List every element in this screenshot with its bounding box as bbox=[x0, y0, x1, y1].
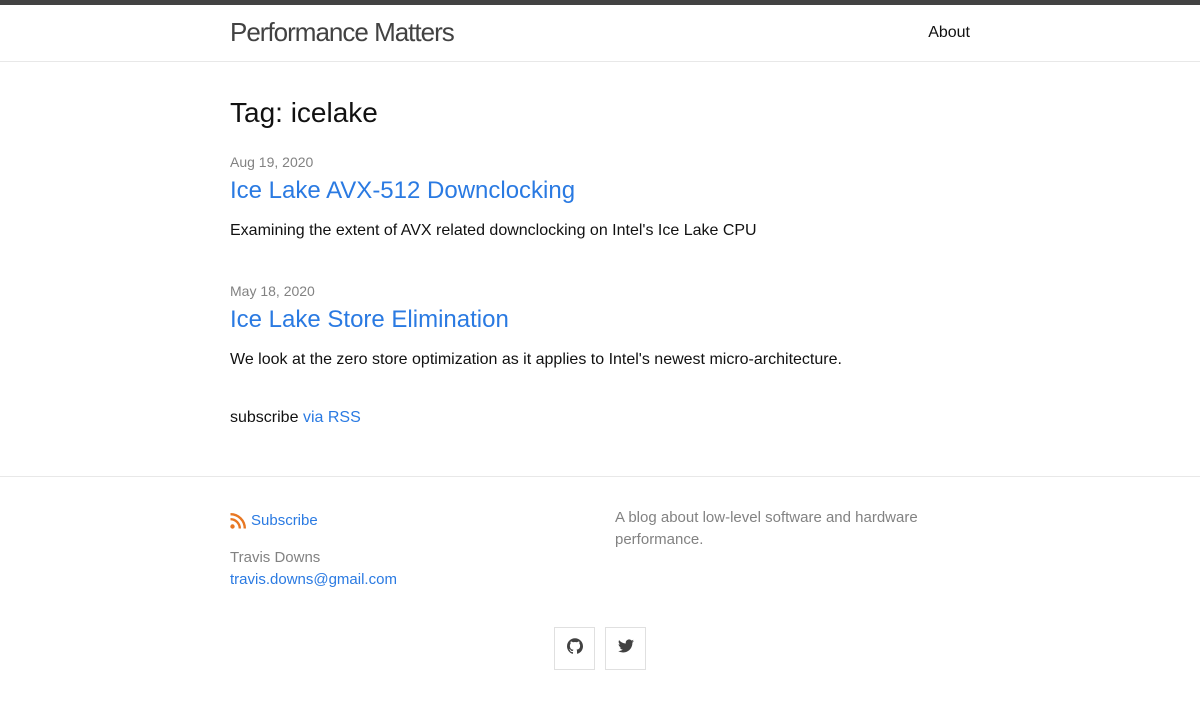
post-title-link[interactable]: Ice Lake Store Elimination bbox=[230, 305, 842, 335]
rss-link[interactable]: via RSS bbox=[303, 409, 361, 426]
subscribe-prefix-text: subscribe bbox=[230, 409, 299, 426]
author-email-link[interactable]: travis.downs@gmail.com bbox=[230, 569, 590, 591]
post-title-link[interactable]: Ice Lake AVX-512 Downclocking bbox=[230, 176, 757, 206]
footer-subscribe-link[interactable]: Subscribe bbox=[251, 511, 318, 531]
twitter-icon bbox=[617, 638, 634, 659]
site-title-link[interactable]: Performance Matters bbox=[230, 16, 455, 48]
post-excerpt: We look at the zero store optimization a… bbox=[230, 351, 842, 368]
twitter-button[interactable] bbox=[605, 627, 646, 670]
github-icon bbox=[566, 638, 583, 659]
page-title: Tag: icelake bbox=[230, 97, 378, 128]
post-list-item: Aug 19, 2020 Ice Lake AVX-512 Downclocki… bbox=[230, 153, 757, 242]
post-date: May 18, 2020 bbox=[230, 283, 315, 299]
subscribe-rss-line: subscribe via RSS bbox=[230, 407, 361, 429]
github-button[interactable] bbox=[554, 627, 595, 670]
site-description: A blog about low-level software and hard… bbox=[615, 509, 918, 548]
site-footer: Subscribe Travis Downs travis.downs@gmai… bbox=[0, 476, 1200, 705]
footer-contact-column: Subscribe Travis Downs travis.downs@gmai… bbox=[230, 511, 590, 591]
author-name: Travis Downs bbox=[230, 549, 321, 566]
post-list-item: May 18, 2020 Ice Lake Store Elimination … bbox=[230, 282, 842, 371]
post-date: Aug 19, 2020 bbox=[230, 154, 314, 170]
main-content: Tag: icelake Aug 19, 2020 Ice Lake AVX-5… bbox=[0, 62, 1200, 476]
nav-about-link[interactable]: About bbox=[928, 23, 970, 43]
footer-subscribe-row: Subscribe bbox=[230, 511, 590, 531]
rss-icon[interactable] bbox=[230, 513, 246, 529]
site-header: Performance Matters About bbox=[0, 5, 1200, 62]
post-excerpt: Examining the extent of AVX related down… bbox=[230, 222, 757, 239]
social-links bbox=[0, 627, 1200, 670]
